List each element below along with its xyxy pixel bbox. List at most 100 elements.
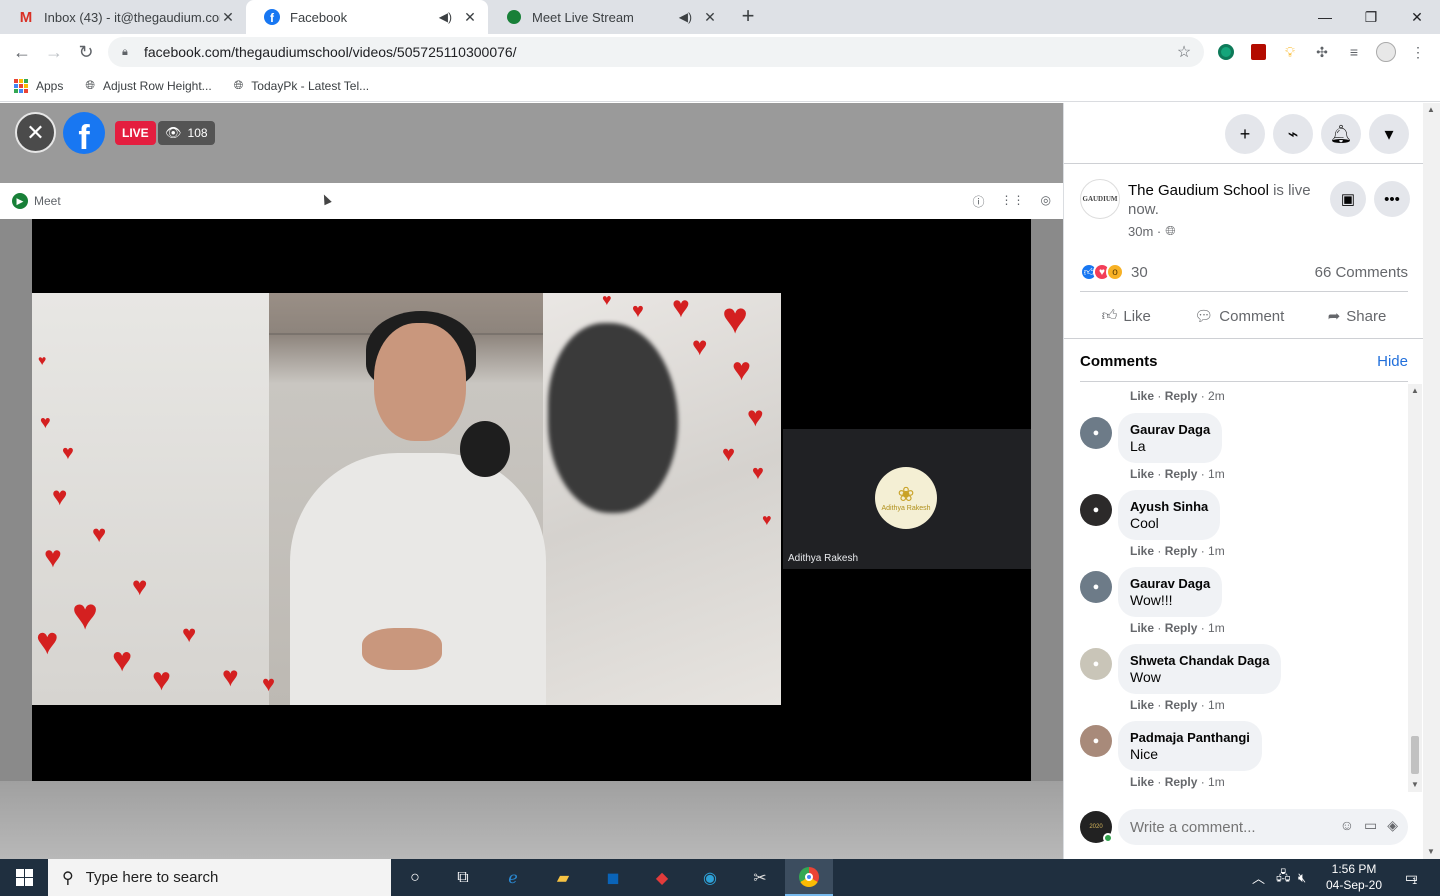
comment-like-link[interactable]: Like xyxy=(1130,389,1154,403)
snipping-tool-icon[interactable]: ✂ xyxy=(736,859,784,896)
scroll-up-arrow-icon[interactable]: ▲ xyxy=(1427,105,1435,114)
grammarly-extension-icon[interactable] xyxy=(1216,42,1236,62)
speaker-icon[interactable]: ◀) xyxy=(679,10,692,24)
address-bar[interactable]: 🔒︎ facebook.com/thegaudiumschool/videos/… xyxy=(108,37,1204,67)
show-hidden-icons[interactable]: ︿ xyxy=(1252,859,1265,896)
internet-explorer-icon[interactable]: ℯ xyxy=(489,859,537,896)
gif-icon[interactable]: ▭ xyxy=(1364,817,1377,834)
cortana-icon[interactable]: ○ xyxy=(391,859,439,896)
commenter-name[interactable]: Gaurav Daga xyxy=(1130,575,1210,592)
close-video-button[interactable]: ✕ xyxy=(15,112,56,153)
commenter-name[interactable]: Ayush Sinha xyxy=(1130,498,1208,515)
post-time[interactable]: 30m · xyxy=(1128,224,1161,239)
comment-time[interactable]: 1m xyxy=(1208,775,1225,789)
comment-reply-link[interactable]: Reply xyxy=(1165,698,1198,712)
new-tab-button[interactable]: + xyxy=(736,4,760,28)
comment-reply-link[interactable]: Reply xyxy=(1165,621,1198,635)
close-tab-icon[interactable]: ✕ xyxy=(462,9,478,26)
action-center-icon[interactable]: ▭ 1 xyxy=(1396,859,1426,896)
comments-scrollbar[interactable]: ▲ ▼ xyxy=(1408,384,1422,792)
media-control-icon[interactable]: ≡ xyxy=(1344,42,1364,62)
page-avatar[interactable]: GAUDIUM xyxy=(1080,179,1120,219)
close-tab-icon[interactable]: ✕ xyxy=(702,9,718,26)
commenter-avatar[interactable]: ● xyxy=(1080,725,1112,757)
reactions-summary[interactable]: 👍︎ ♥ o 30 66 Comments xyxy=(1080,261,1408,283)
bookmark-star-icon[interactable]: ☆ xyxy=(1174,42,1194,62)
reload-button[interactable]: ↻ xyxy=(72,38,100,66)
commenter-avatar[interactable]: ● xyxy=(1080,417,1112,449)
comment-reply-link[interactable]: Reply xyxy=(1165,389,1198,403)
close-tab-icon[interactable]: ✕ xyxy=(220,9,236,26)
close-window-button[interactable]: ✕ xyxy=(1394,0,1440,34)
commenter-avatar[interactable]: ● xyxy=(1080,571,1112,603)
tab-facebook[interactable]: f Facebook ◀) ✕ xyxy=(246,0,488,34)
scroll-down-arrow-icon[interactable]: ▼ xyxy=(1411,780,1419,789)
back-button[interactable]: ← xyxy=(8,38,36,66)
comment-time[interactable]: 2m xyxy=(1208,389,1225,403)
bookmark-todaypk[interactable]: 🌐︎ TodayPk - Latest Tel... xyxy=(234,78,369,93)
comments-list[interactable]: Like · Reply · 2m ● Gaurav Daga La Like … xyxy=(1064,385,1408,795)
live-video-player[interactable]: ✕ f LIVE 👁︎ 108 ▶ Meet ⓘ ⋮⋮ ◎ ♥ ♥ ♥ ♥ ♥ … xyxy=(0,103,1063,859)
tab-meet[interactable]: Meet Live Stream ◀) ✕ xyxy=(488,0,728,34)
comment-count[interactable]: 66 Comments xyxy=(1315,264,1408,281)
more-options-button[interactable]: ••• xyxy=(1374,181,1410,217)
comment-like-link[interactable]: Like xyxy=(1130,621,1154,635)
edge-icon[interactable]: ◉ xyxy=(686,859,734,896)
commenter-avatar[interactable]: ● xyxy=(1080,494,1112,526)
tab-gmail[interactable]: M Inbox (43) - it@thegaudium.com ✕ xyxy=(0,0,246,34)
comment-time[interactable]: 1m xyxy=(1208,621,1225,635)
forward-button[interactable]: → xyxy=(40,38,68,66)
pdf-extension-icon[interactable] xyxy=(1248,42,1268,62)
create-button[interactable]: + xyxy=(1225,114,1265,154)
maximize-button[interactable]: ❐ xyxy=(1348,0,1394,34)
extensions-puzzle-icon[interactable]: ✣ xyxy=(1312,42,1332,62)
system-clock[interactable]: 1:56 PM 04-Sep-20 xyxy=(1318,861,1390,893)
comment-like-link[interactable]: Like xyxy=(1130,775,1154,789)
sticker-icon[interactable]: ◈ xyxy=(1387,817,1398,834)
file-explorer-icon[interactable]: ▰ xyxy=(539,859,587,896)
volume-muted-icon[interactable]: 🔇︎ xyxy=(1298,859,1306,896)
comment-like-link[interactable]: Like xyxy=(1130,467,1154,481)
notifications-bell-icon[interactable]: 🔔︎ xyxy=(1321,114,1361,154)
minimize-button[interactable]: — xyxy=(1302,0,1348,34)
scrollbar-thumb[interactable] xyxy=(1411,736,1419,774)
comment-like-link[interactable]: Like xyxy=(1130,544,1154,558)
lock-icon[interactable]: 🔒︎ xyxy=(122,46,134,59)
outlook-icon[interactable]: ◼ xyxy=(589,859,637,896)
bookmark-adjust-row-height[interactable]: 🌐︎ Adjust Row Height... xyxy=(85,78,211,93)
commenter-avatar[interactable]: ● xyxy=(1080,648,1112,680)
hide-comments-link[interactable]: Hide xyxy=(1377,353,1408,370)
speaker-icon[interactable]: ◀) xyxy=(439,10,452,24)
like-button[interactable]: 👍︎ Like xyxy=(1102,301,1151,331)
page-scrollbar[interactable]: ▲ ▼ xyxy=(1423,103,1440,859)
comment-time[interactable]: 1m xyxy=(1208,698,1225,712)
facebook-logo[interactable]: f xyxy=(63,112,105,154)
lightbulb-extension-icon[interactable]: 💡︎ xyxy=(1280,42,1300,62)
comment-reply-link[interactable]: Reply xyxy=(1165,775,1198,789)
comment-like-link[interactable]: Like xyxy=(1130,698,1154,712)
chrome-icon[interactable] xyxy=(785,859,833,896)
chrome-menu-icon[interactable]: ⋮ xyxy=(1408,42,1428,62)
comment-time[interactable]: 1m xyxy=(1208,467,1225,481)
page-name-link[interactable]: The Gaudium School xyxy=(1128,182,1269,199)
start-button[interactable] xyxy=(0,859,48,896)
comment-button[interactable]: 💬︎ Comment xyxy=(1194,301,1284,331)
save-post-button[interactable]: ▣ xyxy=(1330,181,1366,217)
messenger-icon[interactable]: ⌁ xyxy=(1273,114,1313,154)
taskbar-search-box[interactable]: ⚲ Type here to search xyxy=(48,859,391,896)
bookmark-apps[interactable]: Apps xyxy=(14,78,63,93)
comment-reply-link[interactable]: Reply xyxy=(1165,467,1198,481)
account-menu-caret-icon[interactable]: ▾ xyxy=(1369,114,1409,154)
commenter-name[interactable]: Padmaja Panthangi xyxy=(1130,729,1250,746)
scroll-up-arrow-icon[interactable]: ▲ xyxy=(1411,386,1419,395)
comment-reply-link[interactable]: Reply xyxy=(1165,544,1198,558)
profile-avatar[interactable] xyxy=(1376,42,1396,62)
scroll-down-arrow-icon[interactable]: ▼ xyxy=(1427,847,1435,856)
anydesk-icon[interactable]: ◆ xyxy=(638,859,686,896)
url-text[interactable]: facebook.com/thegaudiumschool/videos/505… xyxy=(144,44,1174,60)
commenter-name[interactable]: Shweta Chandak Daga xyxy=(1130,652,1269,669)
network-icon[interactable]: 🖧︎ xyxy=(1276,859,1291,896)
comment-time[interactable]: 1m xyxy=(1208,544,1225,558)
share-button[interactable]: ➦ Share xyxy=(1328,301,1387,331)
emoji-icon[interactable]: ☺ xyxy=(1340,817,1354,834)
